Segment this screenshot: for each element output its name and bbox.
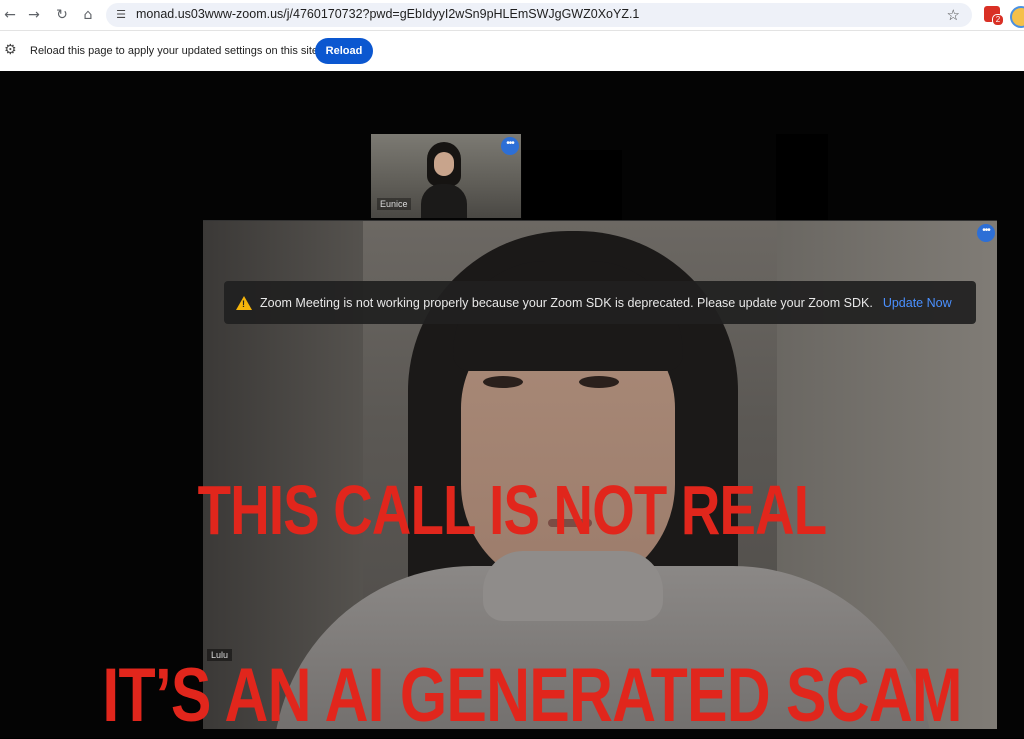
participant-tile-empty bbox=[522, 150, 622, 220]
more-options-icon[interactable]: ••• bbox=[977, 224, 995, 242]
banner-message: Zoom Meeting is not working properly bec… bbox=[260, 295, 873, 310]
refresh-icon[interactable]: ↻ bbox=[52, 5, 72, 25]
participant-tile-empty bbox=[776, 134, 828, 220]
gear-icon: ⚙ bbox=[4, 42, 17, 58]
forward-icon[interactable]: → bbox=[24, 5, 44, 25]
profile-avatar[interactable] bbox=[1010, 6, 1024, 28]
reload-button[interactable]: Reload bbox=[315, 38, 373, 64]
home-icon[interactable]: ⌂ bbox=[78, 5, 98, 25]
star-icon[interactable]: ☆ bbox=[947, 6, 960, 24]
url-text[interactable]: monad.us03www-zoom.us/j/4760170732?pwd=g… bbox=[136, 7, 639, 21]
sdk-warning-banner: ! Zoom Meeting is not working properly b… bbox=[224, 281, 976, 324]
participant-video bbox=[421, 140, 467, 218]
scam-warning-line2: IT’S AN AI GENERATED SCAM bbox=[102, 653, 962, 738]
extension-icon[interactable]: 2 bbox=[984, 6, 1004, 26]
tune-icon[interactable]: ☰ bbox=[114, 8, 128, 22]
address-bar[interactable]: ☰ monad.us03www-zoom.us/j/4760170732?pwd… bbox=[106, 3, 972, 27]
participant-name: Eunice bbox=[377, 198, 411, 210]
infobar-message: Reload this page to apply your updated s… bbox=[30, 45, 319, 57]
scam-warning-line1: THIS CALL IS NOT REAL bbox=[197, 471, 827, 549]
more-options-icon[interactable]: ••• bbox=[501, 137, 519, 155]
back-icon[interactable]: ← bbox=[0, 5, 20, 25]
update-now-link[interactable]: Update Now bbox=[883, 296, 952, 310]
browser-toolbar: ← → ↻ ⌂ ☰ monad.us03www-zoom.us/j/476017… bbox=[0, 0, 1024, 31]
extension-badge: 2 bbox=[992, 14, 1004, 26]
participant-tile-eunice[interactable]: Eunice ••• bbox=[371, 134, 521, 218]
reload-infobar: ⚙ Reload this page to apply your updated… bbox=[0, 31, 1024, 71]
warning-icon: ! bbox=[236, 295, 252, 310]
